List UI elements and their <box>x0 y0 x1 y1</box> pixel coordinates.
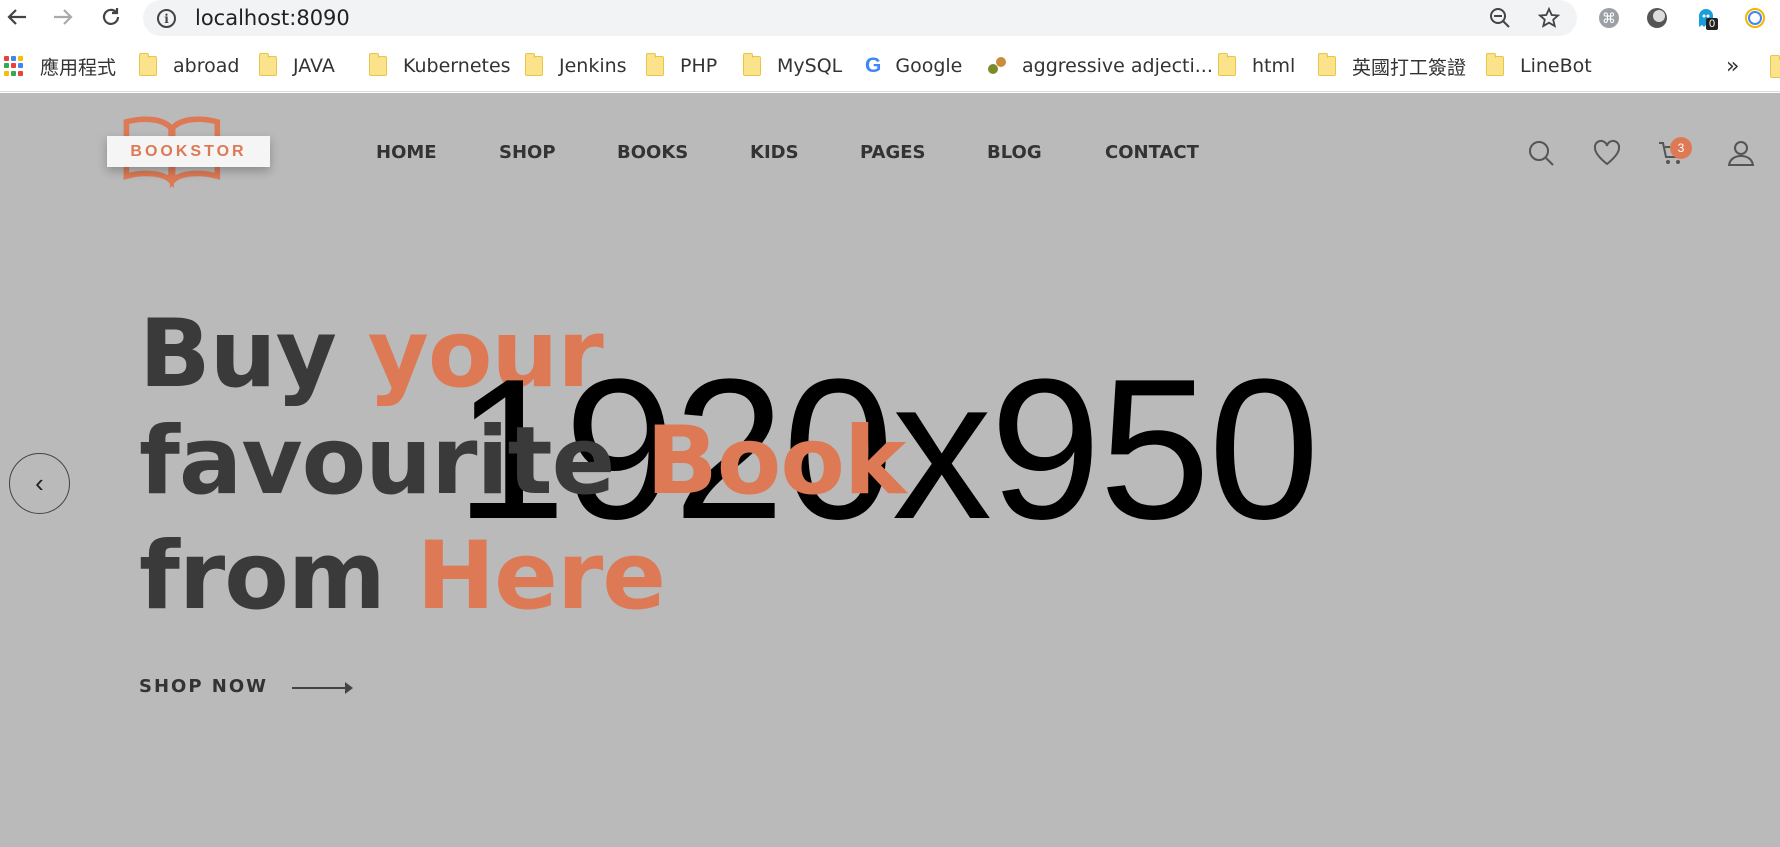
arrow-right-icon[interactable] <box>292 687 350 689</box>
bookmarks-overflow-button[interactable]: » <box>1726 52 1739 80</box>
site-logo[interactable]: BOOKSTOR <box>107 136 270 167</box>
search-icon[interactable] <box>1526 138 1556 168</box>
zoom-out-icon[interactable] <box>1485 3 1515 33</box>
folder-icon <box>369 53 387 76</box>
apps-grid-icon <box>4 56 24 76</box>
extension-sync-icon[interactable] <box>1741 4 1769 32</box>
bookmark-star-icon[interactable] <box>1534 3 1564 33</box>
folder-icon <box>1318 53 1336 76</box>
bookmark-label: 英國打工簽證 <box>1352 56 1467 79</box>
folder-icon <box>1218 53 1236 76</box>
slider-prev-button[interactable]: ‹ <box>9 453 70 514</box>
extension-command-icon[interactable]: ⌘ <box>1595 4 1623 32</box>
google-icon: G <box>865 54 882 77</box>
bookmark-label: Google <box>895 55 963 77</box>
bookmark-label: Kubernetes <box>403 55 511 77</box>
extension-circle-icon[interactable] <box>1643 4 1671 32</box>
nav-kids[interactable]: KIDS <box>750 142 799 163</box>
forward-button[interactable] <box>48 2 78 32</box>
browser-toolbar: i localhost:8090 ⌘ 0 <box>0 0 1780 40</box>
bookmark-label: JAVA <box>293 55 335 77</box>
bookmark-label: LineBot <box>1520 55 1592 77</box>
folder-icon <box>1770 55 1780 78</box>
hero-accent-text: Book <box>646 407 906 516</box>
bookmark-label: html <box>1252 55 1296 77</box>
hero-line-3: from Here <box>139 530 666 624</box>
bookmark-label: Jenkins <box>559 55 627 77</box>
extension-ghost-icon[interactable]: 0 <box>1692 4 1720 32</box>
arrow-head-icon <box>345 682 353 694</box>
back-arrow-icon <box>7 9 26 25</box>
cart-count-badge: 3 <box>1670 137 1692 159</box>
url-text[interactable]: localhost:8090 <box>195 6 350 30</box>
bookmark-label: PHP <box>680 55 718 77</box>
bookmark-uk-visa[interactable]: 英國打工簽證 <box>1318 52 1466 80</box>
heart-icon[interactable] <box>1592 138 1622 168</box>
bookmark-linebot[interactable]: LineBot <box>1486 52 1592 80</box>
nav-pages[interactable]: PAGES <box>860 142 926 163</box>
nav-blog[interactable]: BLOG <box>987 142 1042 163</box>
reload-icon <box>102 8 120 25</box>
folder-icon <box>139 53 157 76</box>
bookmarks-bar: 應用程式 abroad JAVA Kubernetes Jenkins PHP … <box>0 40 1780 92</box>
hero-accent-text: Here <box>416 522 667 631</box>
hero-line-2: favourite Book <box>139 415 906 509</box>
bookmark-label: aggressive adjecti... <box>1022 55 1213 77</box>
folder-icon <box>646 53 664 76</box>
folder-icon <box>1486 53 1504 76</box>
nav-shop[interactable]: SHOP <box>499 142 556 163</box>
bookmark-aggressive-adjectives[interactable]: aggressive adjecti... <box>986 52 1213 80</box>
chevron-left-icon: ‹ <box>35 468 44 498</box>
hero-text: from <box>139 522 417 631</box>
forward-arrow-icon <box>54 9 73 25</box>
address-bar[interactable]: i localhost:8090 <box>143 0 1577 36</box>
back-button[interactable] <box>2 2 32 32</box>
bookmark-label: 應用程式 <box>40 56 117 79</box>
hero-text: Buy <box>139 300 368 409</box>
svg-text:⌘: ⌘ <box>1602 11 1616 27</box>
bookmark-mysql[interactable]: MySQL <box>743 52 842 80</box>
bookmark-label: abroad <box>173 55 240 77</box>
bookmark-label: MySQL <box>777 55 843 77</box>
site-info-icon[interactable]: i <box>157 9 176 28</box>
nav-home[interactable]: HOME <box>376 142 437 163</box>
bookmark-jenkins[interactable]: Jenkins <box>525 52 627 80</box>
bookmark-html[interactable]: html <box>1218 52 1295 80</box>
folder-icon <box>743 53 761 76</box>
extension-badge: 0 <box>1706 18 1719 30</box>
bookmark-abroad[interactable]: abroad <box>139 52 239 80</box>
user-account-icon[interactable] <box>1726 138 1756 168</box>
shop-now-link[interactable]: SHOP NOW <box>139 676 268 697</box>
bookmark-php[interactable]: PHP <box>646 52 717 80</box>
hero-text: favourite <box>139 407 647 516</box>
folder-icon <box>525 53 543 76</box>
folder-icon <box>259 53 277 76</box>
bookmark-apps[interactable]: 應用程式 <box>4 52 116 80</box>
nav-contact[interactable]: CONTACT <box>1105 142 1199 163</box>
nav-books[interactable]: BOOKS <box>617 142 688 163</box>
reload-button[interactable] <box>96 2 126 32</box>
bookmark-kubernetes[interactable]: Kubernetes <box>369 52 511 80</box>
bookmark-google[interactable]: G Google <box>865 52 962 80</box>
bookmark-java[interactable]: JAVA <box>259 52 335 80</box>
site-favicon-icon <box>988 57 1006 74</box>
